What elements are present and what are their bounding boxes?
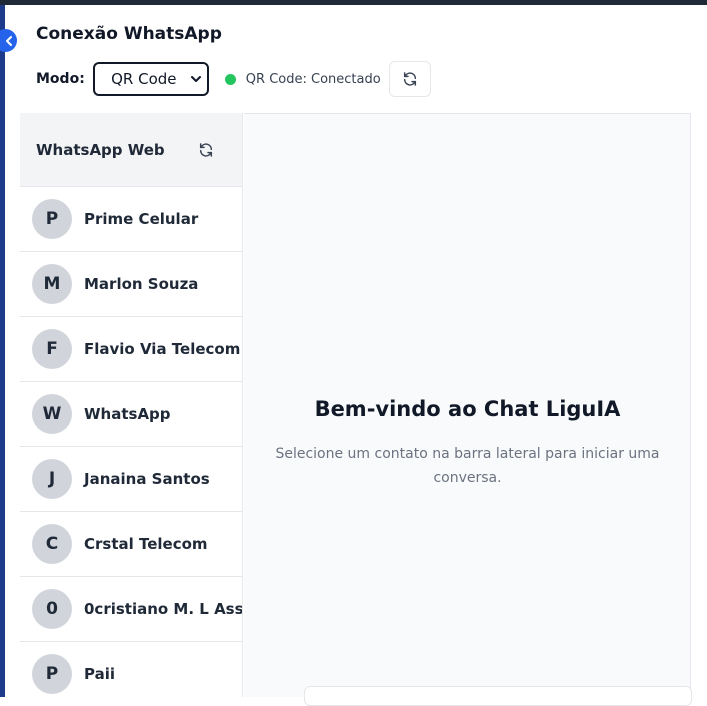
contact-name: Prime Celular [84, 210, 199, 228]
contact-item[interactable]: 0 0cristiano M. L Assis [20, 577, 242, 642]
mode-row: Modo: QR Code QR Code: Conectado [36, 61, 431, 97]
refresh-contacts-button[interactable] [196, 140, 216, 160]
refresh-connection-button[interactable] [388, 61, 431, 97]
contact-name: Marlon Souza [84, 275, 199, 293]
welcome-title: Bem-vindo ao Chat LiguIA [314, 397, 621, 421]
contact-item[interactable]: F Flavio Via Telecom [20, 317, 242, 382]
contact-name: Janaina Santos [84, 470, 210, 488]
avatar: 0 [32, 589, 72, 629]
contact-name: Flavio Via Telecom [84, 340, 241, 358]
refresh-icon [199, 143, 213, 157]
contact-item[interactable]: J Janaina Santos [20, 447, 242, 512]
contact-item[interactable]: W WhatsApp [20, 382, 242, 447]
status-dot [224, 73, 236, 85]
refresh-icon [403, 72, 416, 86]
mode-select[interactable]: QR Code [92, 62, 209, 96]
chevron-down-icon [190, 76, 201, 82]
contacts-sidebar: WhatsApp Web P Prime Celular M Marlon So… [20, 113, 243, 697]
contact-item[interactable]: C Crstal Telecom [20, 512, 242, 577]
left-rail [0, 5, 5, 697]
sidebar-title: WhatsApp Web [36, 140, 165, 159]
avatar: P [32, 199, 72, 239]
contact-item[interactable]: P Prime Celular [20, 187, 242, 252]
contact-item[interactable]: M Marlon Souza [20, 252, 242, 317]
contact-item[interactable]: P Paii [20, 642, 242, 697]
contact-name: Paii [84, 665, 115, 683]
avatar: M [32, 264, 72, 304]
message-input-area[interactable] [304, 686, 692, 706]
contact-name: WhatsApp [84, 405, 171, 423]
avatar: W [32, 394, 72, 434]
contact-name: 0cristiano M. L Assis [84, 600, 243, 618]
contact-name: Crstal Telecom [84, 535, 208, 553]
avatar: C [32, 524, 72, 564]
chat-area: Bem-vindo ao Chat LiguIA Selecione um co… [244, 113, 692, 706]
mode-label: Modo: [36, 71, 85, 87]
connection-status: QR Code: Conectado [224, 71, 381, 87]
welcome-subtitle: Selecione um contato na barra lateral pa… [275, 446, 660, 486]
mode-select-value: QR Code [111, 70, 177, 88]
avatar: P [32, 654, 72, 694]
collapse-sidebar-button[interactable] [0, 29, 17, 52]
chevron-left-icon [5, 35, 12, 46]
status-text: QR Code: Conectado [245, 71, 381, 87]
sidebar-header: WhatsApp Web [20, 113, 242, 187]
avatar: J [32, 459, 72, 499]
avatar: F [32, 329, 72, 369]
page-title: Conexão WhatsApp [36, 24, 222, 44]
top-bar [0, 0, 707, 5]
